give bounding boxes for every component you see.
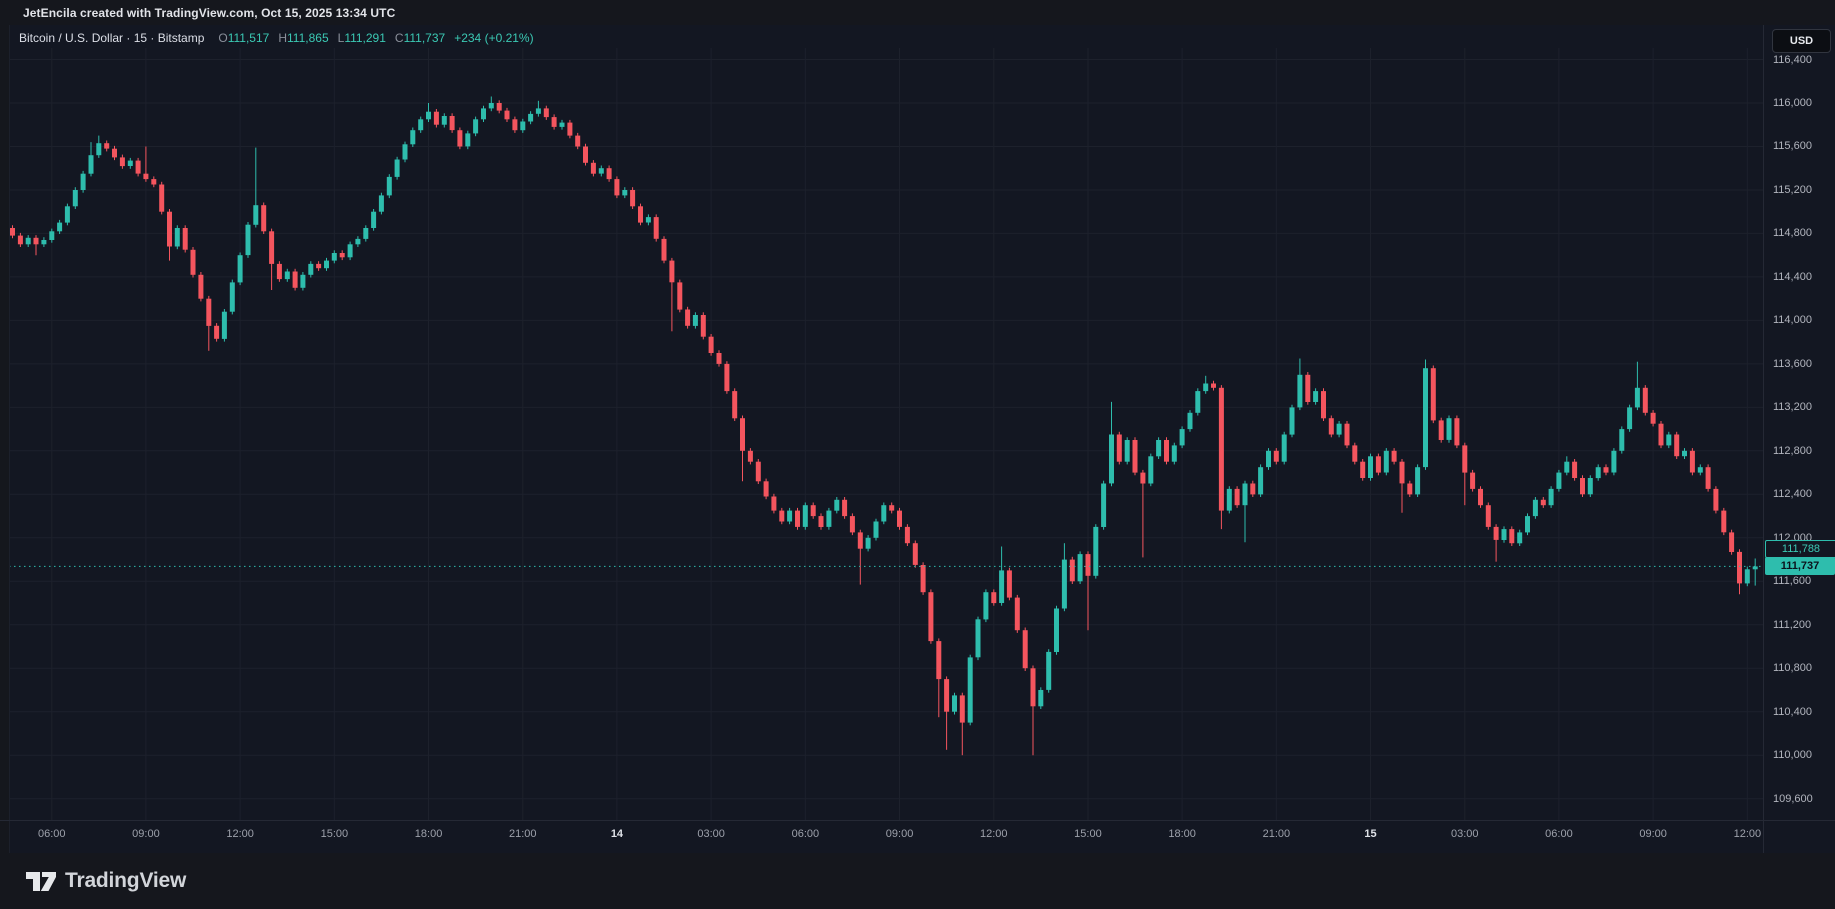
- price-tick-label: 111,200: [1773, 618, 1811, 632]
- time-axis-label: 06:00: [773, 828, 837, 840]
- ohlc-segment: C111,737: [395, 31, 445, 45]
- symbol-title: Bitcoin / U.S. Dollar · 15 · Bitstamp: [19, 31, 204, 45]
- time-axis-date-label: 14: [585, 828, 649, 840]
- time-axis-label: 09:00: [1621, 828, 1685, 840]
- chart-frame: Bitcoin / U.S. Dollar · 15 · Bitstamp O1…: [0, 25, 1835, 853]
- price-tick-label: 115,600: [1773, 139, 1812, 153]
- time-axis-label: 09:00: [114, 828, 178, 840]
- time-axis-label: 12:00: [962, 828, 1026, 840]
- time-axis-label: 18:00: [397, 828, 461, 840]
- attribution-text: JetEncila created with TradingView.com, …: [23, 6, 395, 20]
- bottom-bar: TradingView: [0, 853, 1835, 909]
- price-axis[interactable]: USD 111,788 111,737 116,400 116,000 115,60…: [1763, 25, 1835, 853]
- price-tick-label: 114,400: [1773, 270, 1812, 284]
- ohlc-values: O111,517 H111,865 L111,291 C111,737: [218, 31, 454, 45]
- price-tick-label: 111,600: [1773, 574, 1811, 588]
- tradingview-logo-icon: [26, 872, 56, 891]
- time-axis-label: 18:00: [1150, 828, 1214, 840]
- time-axis-label: 09:00: [868, 828, 932, 840]
- countdown-price-label: 111,788: [1765, 540, 1835, 558]
- time-axis-label: 21:00: [1244, 828, 1308, 840]
- price-tick-label: 114,800: [1773, 226, 1812, 240]
- time-axis-label: 12:00: [208, 828, 272, 840]
- time-axis-label: 15:00: [302, 828, 366, 840]
- chart-legend[interactable]: Bitcoin / U.S. Dollar · 15 · Bitstamp O1…: [19, 28, 534, 48]
- time-axis[interactable]: 06:00 09:00 12:00 15:00 18:00 21:00 14 03:00 06:…: [0, 820, 1835, 854]
- time-axis-label: 21:00: [491, 828, 555, 840]
- tradingview-logo-text: TradingView: [65, 869, 186, 893]
- price-tick-label: 112,800: [1773, 444, 1812, 458]
- time-axis-label: 06:00: [20, 828, 84, 840]
- time-axis-label: 06:00: [1527, 828, 1591, 840]
- price-tick-label: 114,000: [1773, 313, 1812, 327]
- price-tick-label: 110,000: [1773, 748, 1812, 762]
- price-tick-label: 109,600: [1773, 792, 1813, 806]
- ohlc-segment: H111,865: [278, 31, 328, 45]
- currency-button[interactable]: USD: [1772, 29, 1831, 53]
- price-tick-label: 116,000: [1773, 96, 1812, 110]
- candles: [9, 48, 1763, 820]
- price-tick-label: 110,400: [1773, 705, 1812, 719]
- attribution-bar: JetEncila created with TradingView.com, …: [0, 0, 1835, 25]
- last-price-label: 111,737: [1765, 557, 1835, 575]
- price-tick-label: 112,400: [1773, 487, 1812, 501]
- ohlc-segment: L111,291: [338, 31, 386, 45]
- price-tick-label: 113,600: [1773, 357, 1812, 371]
- price-tick-label: 116,400: [1773, 53, 1812, 67]
- change-value: +234 (+0.21%): [454, 31, 533, 45]
- time-axis-label: 03:00: [1433, 828, 1497, 840]
- ohlc-segment: O111,517: [218, 31, 269, 45]
- tradingview-logo[interactable]: TradingView: [26, 869, 186, 893]
- left-margin: [0, 25, 10, 853]
- chart-pane[interactable]: [0, 25, 1835, 853]
- time-axis-label: 15:00: [1056, 828, 1120, 840]
- price-tick-label: 115,200: [1773, 183, 1812, 197]
- time-axis-label: 03:00: [679, 828, 743, 840]
- price-tick-label: 110,800: [1773, 661, 1812, 675]
- time-axis-date-label: 15: [1339, 828, 1403, 840]
- price-tick-label: 113,200: [1773, 400, 1812, 414]
